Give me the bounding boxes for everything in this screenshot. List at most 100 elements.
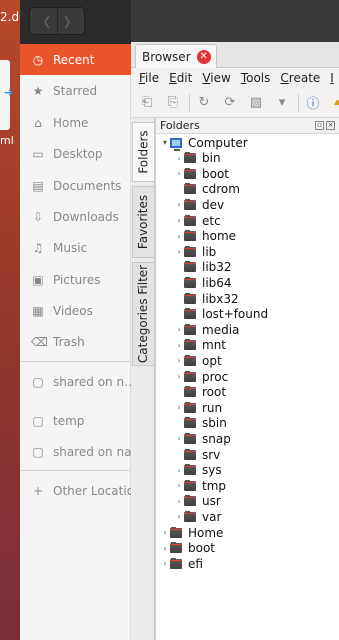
close-icon[interactable]: ✕ <box>196 49 211 64</box>
tree-node[interactable]: sbin <box>174 416 227 431</box>
browser-window: Browser ✕ File Edit View Tools Create I ⎗ ⎘ ↻ ⟳ ▧… <box>131 0 339 640</box>
tree-node[interactable]: lib32 <box>174 260 232 275</box>
tree-node[interactable]: › mnt <box>174 338 226 353</box>
tree-node[interactable]: › run <box>174 400 222 415</box>
tree-node[interactable]: › usr <box>174 494 220 509</box>
sidebar-separator <box>20 470 131 471</box>
tree-node[interactable]: › boot <box>174 166 229 181</box>
desktop-background: 2.de ➜ ml <box>0 0 20 640</box>
expander-arrow-icon[interactable]: › <box>174 341 184 350</box>
desktop-file-label[interactable]: 2.de <box>0 10 20 24</box>
expander-arrow-icon[interactable]: › <box>174 200 184 209</box>
menu-create[interactable]: Create <box>280 71 320 85</box>
refresh-button[interactable]: ↻ <box>194 93 214 113</box>
expander-arrow-icon[interactable]: › <box>174 356 184 365</box>
tree-node[interactable]: › Home <box>160 525 223 540</box>
back-button[interactable]: 〈 <box>30 8 57 34</box>
expander-arrow-icon[interactable]: › <box>174 154 184 163</box>
tab-categories-filter[interactable]: Categories Filter <box>132 262 154 366</box>
tree-node[interactable]: libx32 <box>174 291 239 306</box>
sidebar-item-videos[interactable]: ▦ Videos <box>20 295 131 326</box>
menu-edit[interactable]: Edit <box>169 71 192 85</box>
places-sidebar: ◷ Recent ★ Starred ⌂ Home ▭ Desktop ▤ Documents ⇩ D… <box>20 44 131 640</box>
sidebar-item-starred[interactable]: ★ Starred <box>20 75 131 106</box>
desktop-file-label[interactable]: ml <box>0 134 14 147</box>
sidebar-item-pictures[interactable]: ▣ Pictures <box>20 264 131 295</box>
tab-favorites[interactable]: Favorites <box>132 186 154 258</box>
expander-arrow-icon[interactable]: › <box>174 247 184 256</box>
menu-view[interactable]: View <box>202 71 230 85</box>
folder-icon <box>184 214 196 226</box>
expander-arrow-icon[interactable]: › <box>160 544 170 553</box>
sidebar-item-trash[interactable]: ⌫ Trash <box>20 326 131 357</box>
tree-node[interactable]: › etc <box>174 213 220 228</box>
expander-arrow-icon[interactable]: › <box>174 372 184 381</box>
close-panel-button[interactable]: × <box>326 121 335 130</box>
expander-arrow-icon[interactable]: › <box>174 481 184 490</box>
tree-node[interactable]: cdrom <box>174 182 240 197</box>
folder-icon <box>184 323 196 335</box>
expanded-arrow-icon[interactable]: ▾ <box>160 138 170 147</box>
tree-node[interactable]: srv <box>174 447 220 462</box>
forward-button[interactable]: 〉 <box>56 8 85 34</box>
float-panel-button[interactable]: ▫ <box>315 121 324 130</box>
tree-node[interactable]: › bin <box>174 151 220 166</box>
sidebar-item-label: Music <box>53 240 88 255</box>
dropdown-button[interactable]: ▾ <box>272 93 292 113</box>
expander-arrow-icon[interactable]: › <box>174 216 184 225</box>
expander-arrow-icon[interactable]: › <box>174 232 184 241</box>
forward-button[interactable]: ⎘ <box>163 93 183 113</box>
tree-node[interactable]: ▾ Computer <box>160 135 248 151</box>
tree-node-label: lib64 <box>202 275 232 290</box>
sidebar-item-desktop[interactable]: ▭ Desktop <box>20 138 131 169</box>
sidebar-item-temp[interactable]: ▢ temp <box>20 405 131 436</box>
folder-icon <box>184 198 196 210</box>
tree-node[interactable]: › efi <box>160 556 203 571</box>
tree-node[interactable]: › boot <box>160 541 215 556</box>
tree-node[interactable]: › media <box>174 322 239 337</box>
sidebar-item-downloads[interactable]: ⇩ Downloads <box>20 201 131 232</box>
back-button[interactable]: ⎗ <box>137 93 157 113</box>
tree-node[interactable]: › tmp <box>174 478 226 493</box>
expander-arrow-icon[interactable]: › <box>174 169 184 178</box>
folder-button[interactable]: ▰ <box>329 93 339 113</box>
menu-tools[interactable]: Tools <box>241 71 271 85</box>
sidebar-item-shared-on-nasf[interactable]: ▢ shared on nasf <box>20 436 131 467</box>
tree-node[interactable]: › snap <box>174 431 230 446</box>
tree-node[interactable]: › home <box>174 229 236 244</box>
sidebar-item-recent[interactable]: ◷ Recent <box>20 44 131 75</box>
menu-file[interactable]: File <box>139 71 159 85</box>
reload-button[interactable]: ⟳ <box>220 93 240 113</box>
tree-node[interactable]: › dev <box>174 197 224 212</box>
tree-node[interactable]: › lib <box>174 244 216 259</box>
expander-arrow-icon[interactable]: › <box>174 497 184 506</box>
tree-node[interactable]: lib64 <box>174 275 232 290</box>
info-button[interactable]: ⓘ <box>303 93 323 113</box>
sidebar-item-home[interactable]: ⌂ Home <box>20 107 131 138</box>
sidebar-item-other-locations[interactable]: + Other Locations <box>20 475 131 506</box>
expander-arrow-icon[interactable]: › <box>174 512 184 521</box>
image-button[interactable]: ▧ <box>246 93 266 113</box>
tree-node[interactable]: › opt <box>174 353 221 368</box>
tree-node-label: lost+found <box>202 307 269 322</box>
tree-node[interactable]: › proc <box>174 369 228 384</box>
sidebar-item-music[interactable]: ♫ Music <box>20 232 131 263</box>
tab-folders[interactable]: Folders <box>132 122 154 182</box>
expander-arrow-icon[interactable]: › <box>160 559 170 568</box>
tree-node[interactable]: › sys <box>174 463 221 478</box>
expander-arrow-icon[interactable]: › <box>160 528 170 537</box>
sidebar-item-shared-on-n[interactable]: ▢ shared on n… <box>20 366 131 397</box>
tree-node[interactable]: › var <box>174 509 221 524</box>
tree-node[interactable]: lost+found <box>174 307 268 322</box>
expander-arrow-icon[interactable]: › <box>174 434 184 443</box>
sidebar-item-documents[interactable]: ▤ Documents <box>20 170 131 201</box>
window-titlebar[interactable] <box>131 0 339 42</box>
folders-panel: Folders ▫ × ▾ Computer › bin › boot cdrom › dev ›… <box>155 118 339 640</box>
tab-browser[interactable]: Browser ✕ <box>135 44 217 68</box>
menu-i[interactable]: I <box>330 71 334 85</box>
expander-arrow-icon[interactable]: › <box>174 325 184 334</box>
tree-node-label: home <box>202 229 237 244</box>
expander-arrow-icon[interactable]: › <box>174 403 184 412</box>
tree-node[interactable]: root <box>174 385 226 400</box>
expander-arrow-icon[interactable]: › <box>174 466 184 475</box>
